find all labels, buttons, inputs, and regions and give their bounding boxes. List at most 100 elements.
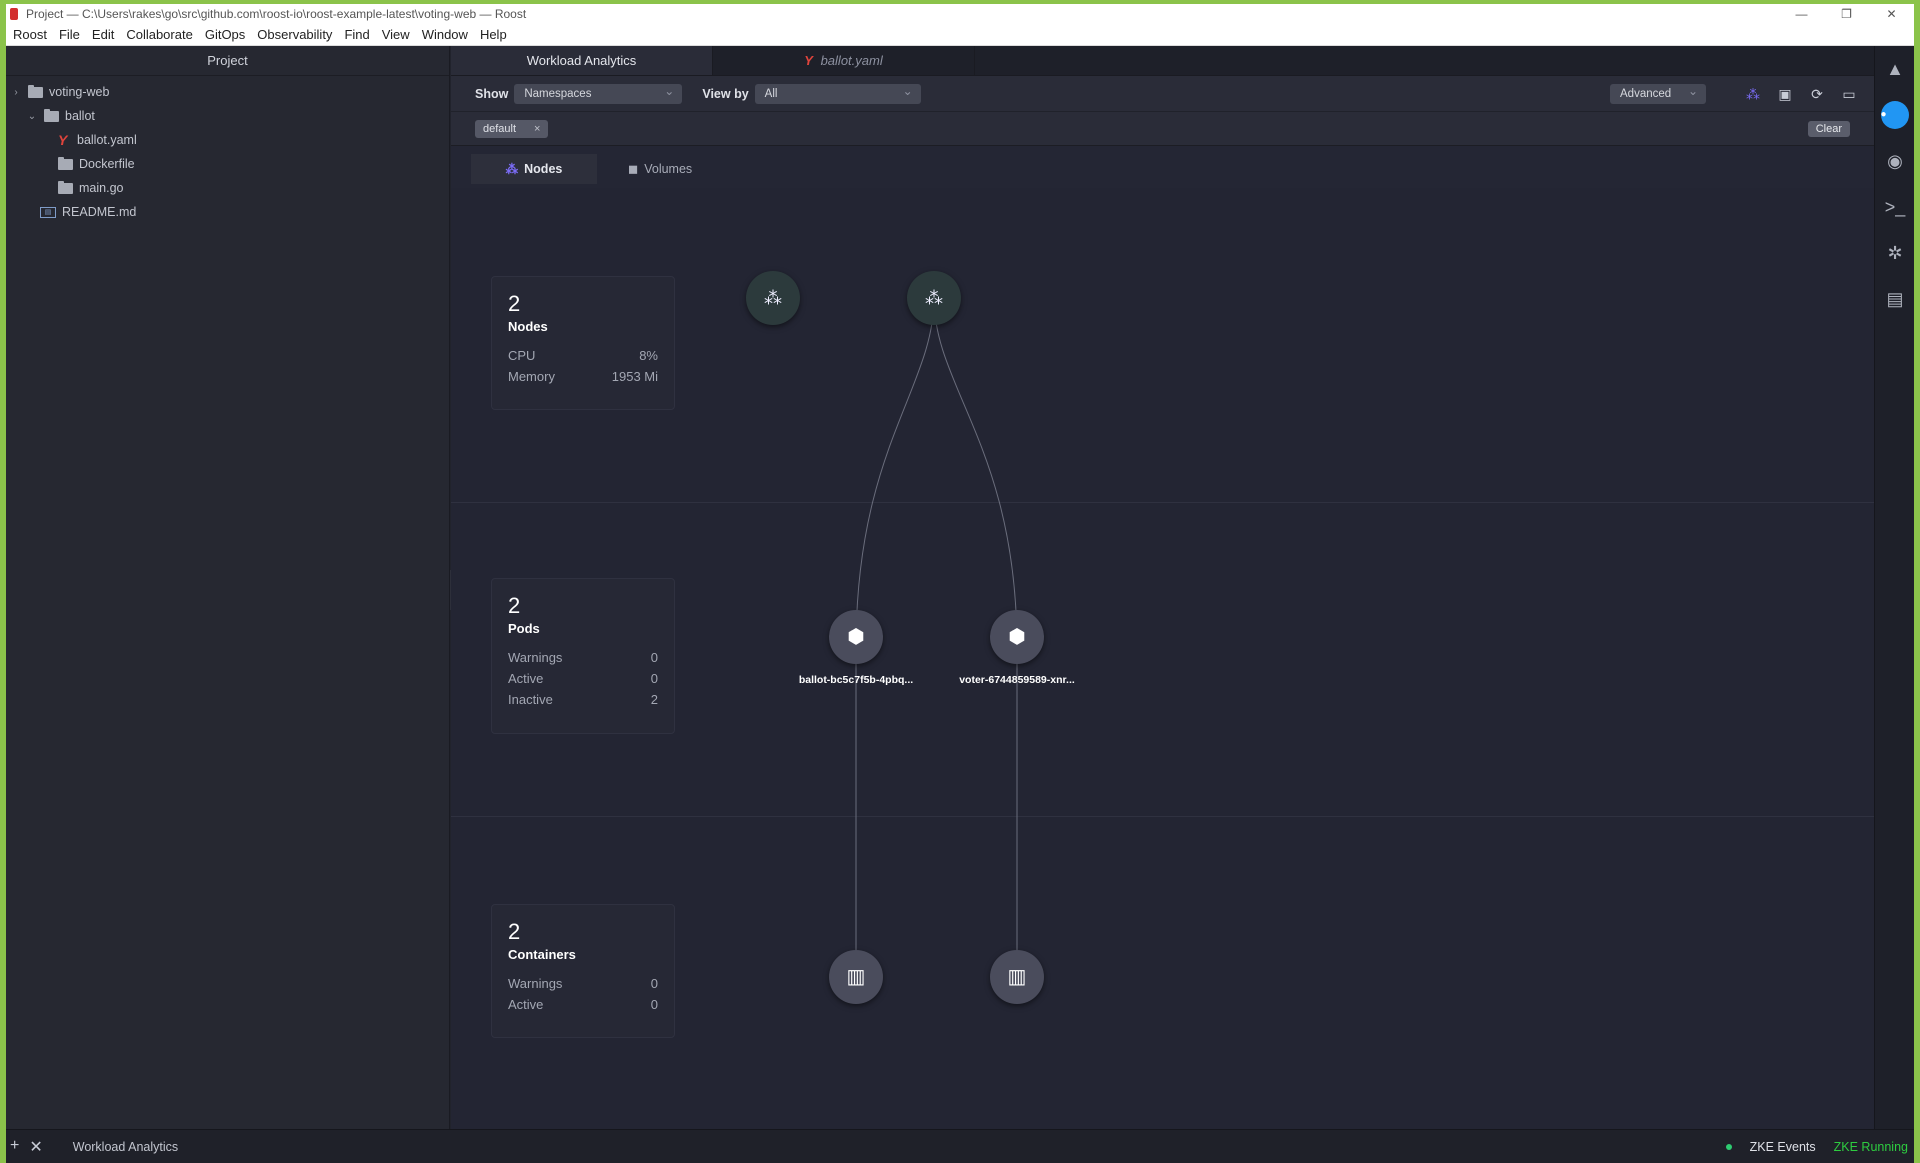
containers-summary-card: 2 Containers Warnings 0 Active 0 bbox=[491, 904, 675, 1038]
yaml-file-icon: Y bbox=[804, 53, 813, 68]
container-ballot[interactable]: ▥ bbox=[829, 950, 883, 1004]
status-dot-icon bbox=[1725, 1143, 1732, 1150]
tree-item-label: Dockerfile bbox=[79, 157, 135, 171]
status-right: ZKE Events ZKE Running bbox=[1725, 1140, 1908, 1154]
menu-find[interactable]: Find bbox=[338, 27, 375, 42]
pods-label: Pods bbox=[508, 621, 540, 636]
viewby-select[interactable]: All bbox=[754, 81, 921, 104]
close-window-button[interactable]: ✕ bbox=[1869, 4, 1914, 24]
menu-file[interactable]: File bbox=[53, 27, 86, 42]
menu-collaborate[interactable]: Collaborate bbox=[120, 27, 199, 42]
stat-value: 0 bbox=[650, 976, 658, 991]
stat-row: Warnings 0 bbox=[508, 650, 658, 671]
terminal-icon[interactable]: >_ bbox=[1875, 184, 1915, 230]
network-icon[interactable]: ✲ bbox=[1875, 230, 1915, 276]
tab-workload-analytics[interactable]: Workload Analytics bbox=[451, 46, 713, 75]
right-rail: ▲ ● ◉ >_ ✲ ▤ bbox=[1874, 46, 1914, 1129]
main-area: Workload Analytics Y ballot.yaml Show Na… bbox=[451, 46, 1874, 1129]
minimize-button[interactable]: — bbox=[1779, 4, 1824, 24]
stat-row: Active 0 bbox=[508, 671, 658, 692]
advanced-select[interactable]: Advanced bbox=[1610, 81, 1706, 104]
stat-key: Active bbox=[508, 997, 544, 1012]
editor-tabs: Workload Analytics Y ballot.yaml bbox=[451, 46, 1874, 76]
tab-ballot-yaml[interactable]: Y ballot.yaml bbox=[713, 46, 975, 75]
project-panel: Project › voting-web ⌄ ballot Y ballot.y… bbox=[6, 46, 450, 1129]
node-2[interactable]: ⁂ bbox=[907, 271, 961, 325]
pod-ballot[interactable]: ⬢ bbox=[829, 610, 883, 664]
container-voter[interactable]: ▥ bbox=[990, 950, 1044, 1004]
monitor-icon[interactable]: ▭ bbox=[1838, 84, 1860, 104]
app-window: Project — C:\Users\rakes\go\src\github.c… bbox=[6, 4, 1914, 1163]
menu-edit[interactable]: Edit bbox=[86, 27, 120, 42]
tab-volumes[interactable]: ◼ Volumes bbox=[597, 154, 723, 184]
tree-item-ballot-yaml[interactable]: Y ballot.yaml bbox=[6, 128, 449, 152]
tab-nodes-label: Nodes bbox=[524, 162, 563, 176]
restore-button[interactable]: ❐ bbox=[1824, 4, 1869, 24]
stat-key: Warnings bbox=[508, 650, 563, 665]
tree-item-voting-web[interactable]: › voting-web bbox=[6, 80, 449, 104]
menu-gitops[interactable]: GitOps bbox=[199, 27, 251, 42]
tab-nodes[interactable]: ⁂ Nodes bbox=[471, 154, 597, 184]
chevron-right-icon[interactable]: › bbox=[10, 87, 22, 98]
chevron-down-icon[interactable]: ⌄ bbox=[26, 111, 38, 122]
stat-value: 2 bbox=[650, 692, 658, 707]
tree-item-dockerfile[interactable]: Dockerfile bbox=[6, 152, 449, 176]
tree-item-readme[interactable]: ▤ README.md bbox=[6, 200, 449, 224]
refresh-icon[interactable]: ⟳ bbox=[1806, 84, 1828, 104]
nodes-summary-card: 2 Nodes CPU 8% Memory 1953 Mi bbox=[491, 276, 675, 410]
window-title: Project — C:\Users\rakes\go\src\github.c… bbox=[26, 7, 527, 21]
pods-count: 2 bbox=[508, 593, 521, 618]
menu-window[interactable]: Window bbox=[416, 27, 474, 42]
menu-bar: Roost File Edit Collaborate GitOps Obser… bbox=[6, 24, 1914, 46]
clear-button[interactable]: Clear bbox=[1807, 121, 1850, 137]
chip-close-icon[interactable]: × bbox=[534, 120, 540, 138]
zke-events-link[interactable]: ZKE Events bbox=[1750, 1140, 1816, 1154]
viewby-select-value: All bbox=[764, 87, 778, 100]
status-tab-title[interactable]: Workload Analytics bbox=[73, 1140, 178, 1154]
stat-row: CPU 8% bbox=[508, 348, 658, 369]
add-tab-icon[interactable]: + bbox=[10, 1137, 19, 1157]
chat-icon[interactable]: ▤ bbox=[1875, 276, 1915, 322]
menu-observability[interactable]: Observability bbox=[251, 27, 338, 42]
menu-help[interactable]: Help bbox=[474, 27, 513, 42]
tree-item-main-go[interactable]: main.go bbox=[6, 176, 449, 200]
topology-icon[interactable]: ⁂ bbox=[1742, 84, 1764, 104]
menu-view[interactable]: View bbox=[376, 27, 416, 42]
analytics-toolbar: Show Namespaces View by All Advanced ⁂ ▣… bbox=[451, 76, 1874, 112]
folder-icon bbox=[58, 180, 73, 194]
layout-icon[interactable]: ▣ bbox=[1774, 84, 1796, 104]
stat-value: 0 bbox=[650, 671, 658, 686]
pod-cube-icon: ⬢ bbox=[1008, 626, 1026, 648]
stop-icon[interactable]: ◉ bbox=[1875, 138, 1915, 184]
chip-label: default bbox=[483, 122, 517, 135]
zke-running-status[interactable]: ZKE Running bbox=[1834, 1140, 1908, 1154]
container-icon: ▥ bbox=[846, 966, 866, 988]
topology-canvas: 2 Nodes CPU 8% Memory 1953 Mi 2 Pods Warni… bbox=[451, 188, 1874, 1129]
avatar[interactable]: ● bbox=[1880, 101, 1909, 129]
stat-value: 8% bbox=[639, 348, 658, 363]
show-select[interactable]: Namespaces bbox=[514, 81, 683, 104]
stat-key: Warnings bbox=[508, 976, 563, 991]
tree-item-ballot[interactable]: ⌄ ballot bbox=[6, 104, 449, 128]
node-1[interactable]: ⁂ bbox=[746, 271, 800, 325]
roost-logo-icon[interactable]: ▲ bbox=[1875, 46, 1915, 92]
stat-value: 0 bbox=[650, 997, 658, 1012]
namespace-chip[interactable]: default × bbox=[475, 119, 549, 138]
close-tab-icon[interactable]: ✕ bbox=[29, 1137, 42, 1157]
volume-icon: ◼ bbox=[627, 162, 639, 176]
cluster-node-icon: ⁂ bbox=[764, 288, 782, 308]
title-bar: Project — C:\Users\rakes\go\src\github.c… bbox=[6, 4, 1914, 24]
containers-label: Containers bbox=[508, 947, 576, 962]
stat-row: Warnings 0 bbox=[508, 976, 658, 997]
menu-roost[interactable]: Roost bbox=[7, 27, 53, 42]
cluster-node-icon: ⁂ bbox=[925, 288, 943, 308]
tree-item-label: ballot bbox=[65, 109, 95, 123]
pod-cube-icon: ⬢ bbox=[847, 626, 865, 648]
pod-voter[interactable]: ⬢ bbox=[990, 610, 1044, 664]
pods-summary-card: 2 Pods Warnings 0 Active 0 Inactive 2 bbox=[491, 578, 675, 734]
status-controls: + ✕ bbox=[6, 1137, 43, 1157]
show-select-value: Namespaces bbox=[524, 87, 592, 100]
pod-ballot-label: ballot-bc5c7f5b-4pbq... bbox=[798, 674, 914, 686]
roost-app-icon bbox=[10, 8, 18, 20]
containers-count: 2 bbox=[508, 919, 521, 944]
